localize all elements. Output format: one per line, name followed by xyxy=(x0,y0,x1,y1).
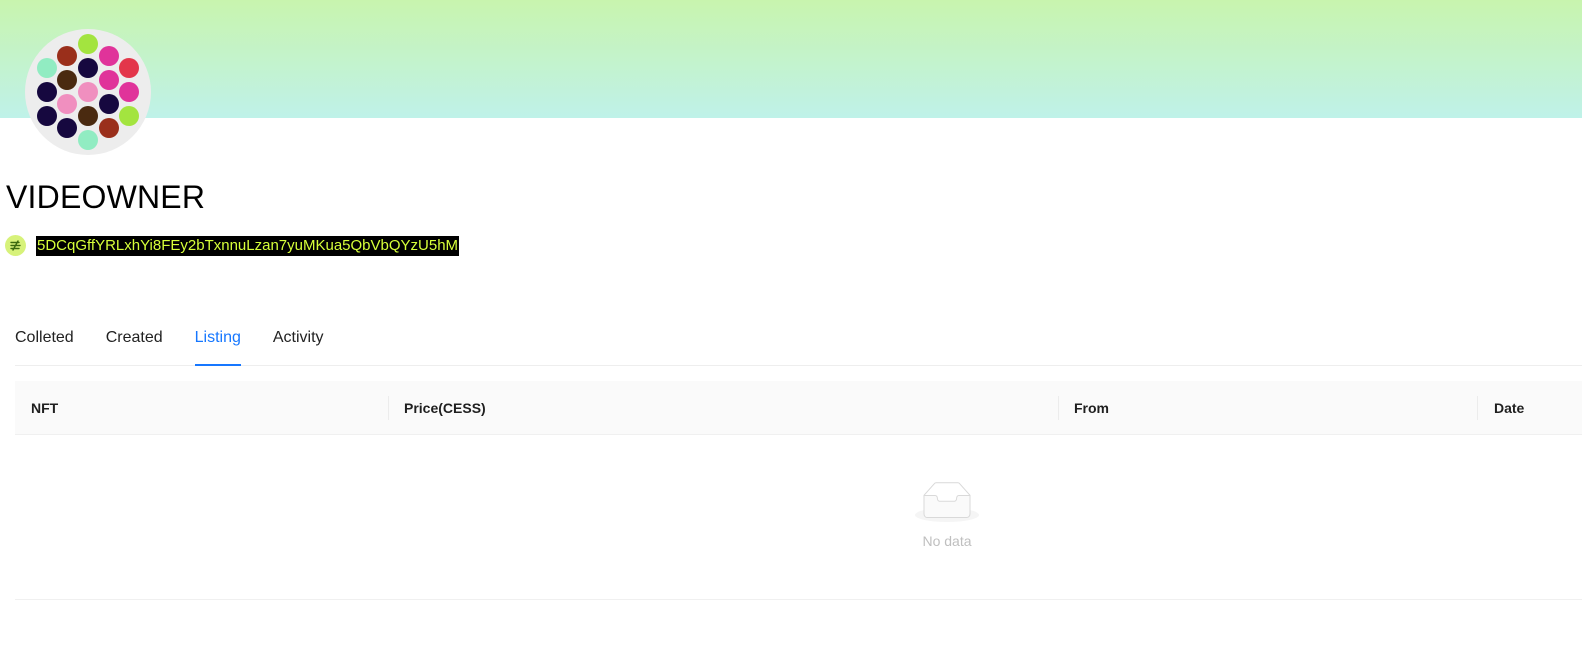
listing-table-header: NFT Price(CESS) From Date xyxy=(15,381,1582,435)
listing-table-empty: No data xyxy=(15,435,1582,600)
column-divider xyxy=(1477,396,1478,420)
tab-created[interactable]: Created xyxy=(106,318,163,365)
profile-banner xyxy=(0,0,1582,118)
column-divider xyxy=(388,396,389,420)
column-header-from: From xyxy=(1074,400,1109,416)
empty-inbox-icon xyxy=(915,482,979,522)
column-header-date: Date xyxy=(1494,400,1525,416)
cess-chain-icon xyxy=(5,235,26,256)
profile-tabs: Colleted Created Listing Activity xyxy=(15,318,1582,366)
column-header-nft: NFT xyxy=(31,400,59,416)
empty-state-text: No data xyxy=(922,533,972,549)
profile-name: VIDEOWNER xyxy=(6,179,206,215)
column-divider xyxy=(1058,396,1059,420)
identicon-avatar-icon xyxy=(37,34,139,150)
tab-colleted[interactable]: Colleted xyxy=(15,318,74,365)
avatar xyxy=(25,29,151,155)
wallet-address-row: 5DCqGffYRLxhYi8FEy2bTxnnuLzan7yuMKua5QbV… xyxy=(5,235,460,256)
column-header-price: Price(CESS) xyxy=(404,400,486,416)
wallet-address[interactable]: 5DCqGffYRLxhYi8FEy2bTxnnuLzan7yuMKua5QbV… xyxy=(36,235,460,256)
tab-activity[interactable]: Activity xyxy=(273,318,324,365)
tab-listing[interactable]: Listing xyxy=(194,318,242,366)
